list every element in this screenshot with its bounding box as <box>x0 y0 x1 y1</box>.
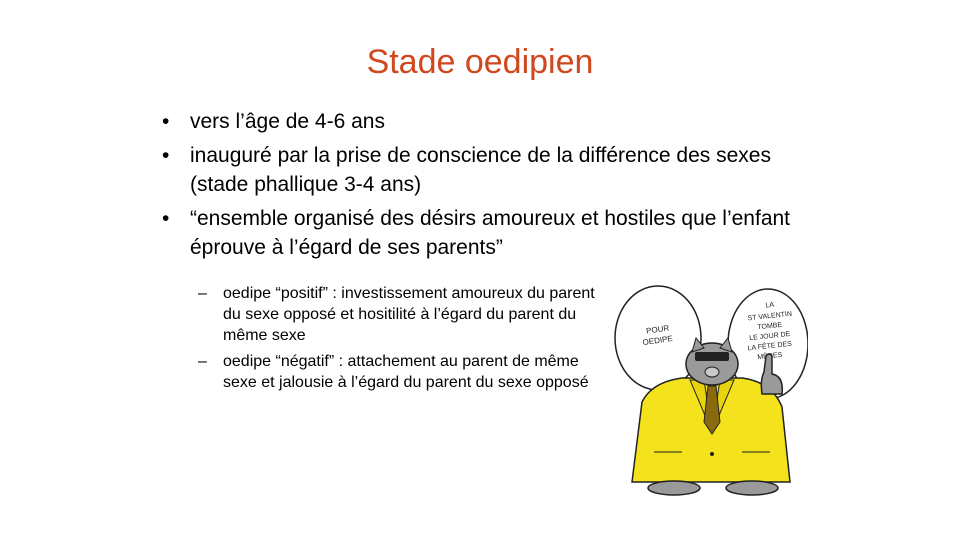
slide: Stade oedipien • vers l’âge de 4-6 ans •… <box>0 0 960 540</box>
bullet-item: • “ensemble organisé des désirs amoureux… <box>160 204 800 262</box>
bullet-marker: • <box>162 110 170 133</box>
cat-foot <box>725 480 779 496</box>
bullet-text: inauguré par la prise de conscience de l… <box>190 144 771 196</box>
sub-bullet-text: oedipe “positif” : investissement amoure… <box>223 285 595 344</box>
bullet-item: • vers l’âge de 4-6 ans <box>160 107 800 136</box>
sub-bullet-marker: – <box>198 285 207 302</box>
sub-bullet-item: – oedipe “négatif” : attachement au pare… <box>196 351 606 393</box>
sub-bullet-item: – oedipe “positif” : investissement amou… <box>196 283 606 346</box>
sub-bullet-text: oedipe “négatif” : attachement au parent… <box>223 353 589 391</box>
cat-foot <box>647 480 701 496</box>
right-bubble-line: LA <box>765 302 775 310</box>
slide-title: Stade oedipien <box>366 43 594 81</box>
sub-bullet-list: – oedipe “positif” : investissement amou… <box>196 283 606 398</box>
sub-bullet-marker: – <box>198 353 207 370</box>
bullet-text: vers l’âge de 4-6 ans <box>190 110 385 133</box>
bullet-item: • inauguré par la prise de conscience de… <box>160 141 800 199</box>
bullet-marker: • <box>162 207 170 230</box>
cat-cartoon-illustration: POUR OEDIPE LA ST VALENTIN TOMBE LE JOUR… <box>614 285 808 496</box>
bullet-list: • vers l’âge de 4-6 ans • inauguré par l… <box>160 107 800 267</box>
bullet-marker: • <box>162 144 170 167</box>
cat-nose <box>704 366 720 378</box>
glasses <box>695 352 729 361</box>
bullet-text: “ensemble organisé des désirs amoureux e… <box>190 207 791 259</box>
coat-button <box>710 452 714 456</box>
